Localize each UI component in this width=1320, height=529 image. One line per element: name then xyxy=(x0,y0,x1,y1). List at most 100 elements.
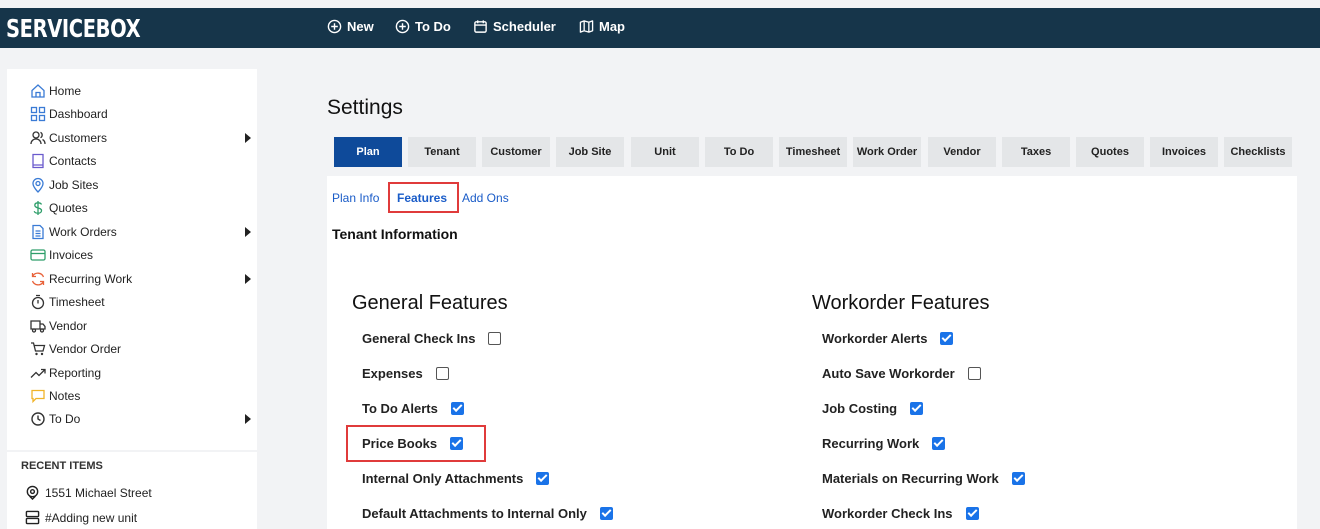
map-icon xyxy=(579,20,594,33)
sidebar-item-vendor[interactable]: Vendor xyxy=(29,316,257,336)
feature-recurring-work: Recurring Work xyxy=(822,436,946,451)
location-pin-icon xyxy=(26,485,39,500)
internal-only-attachments-checkbox[interactable] xyxy=(536,472,550,485)
feature-default-attachments-internal: Default Attachments to Internal Only xyxy=(362,506,613,521)
auto-save-workorder-checkbox[interactable] xyxy=(967,367,981,380)
sidebar-item-dashboard[interactable]: Dashboard xyxy=(29,104,257,124)
sidebar-item-contacts[interactable]: Contacts xyxy=(29,151,257,171)
subtab-add-ons[interactable]: Add Ons xyxy=(462,191,509,205)
sidebar-item-job-sites[interactable]: Job Sites xyxy=(29,175,257,195)
tab-checklists[interactable]: Checklists xyxy=(1224,137,1292,167)
tenant-information-heading: Tenant Information xyxy=(332,226,458,242)
sidebar-item-home[interactable]: Home xyxy=(29,81,257,101)
sidebar-item-label: Job Sites xyxy=(49,178,99,192)
tab-taxes[interactable]: Taxes xyxy=(1002,137,1070,167)
subtab-features[interactable]: Features xyxy=(397,191,447,205)
sidebar-item-label: Vendor xyxy=(49,319,88,333)
feature-label: Workorder Check Ins xyxy=(822,506,953,521)
materials-recurring-work-checkbox[interactable] xyxy=(1011,472,1025,485)
nav-scheduler-label: Scheduler xyxy=(493,19,556,34)
sidebar-item-invoices[interactable]: Invoices xyxy=(29,245,257,265)
feature-label: Internal Only Attachments xyxy=(362,471,524,486)
tab-job-site[interactable]: Job Site xyxy=(556,137,624,167)
tab-to-do[interactable]: To Do xyxy=(705,137,773,167)
note-icon xyxy=(29,388,46,405)
tab-unit[interactable]: Unit xyxy=(631,137,699,167)
price-books-checkbox[interactable] xyxy=(450,437,464,450)
dashboard-icon xyxy=(29,106,46,123)
workorder-check-ins-checkbox[interactable] xyxy=(965,507,979,520)
sidebar-item-label: Notes xyxy=(49,389,81,403)
default-attachments-internal-checkbox[interactable] xyxy=(599,507,613,520)
workorder-alerts-checkbox[interactable] xyxy=(940,332,954,345)
cart-icon xyxy=(29,341,46,358)
chevron-right-icon[interactable] xyxy=(245,414,251,424)
feature-to-do-alerts: To Do Alerts xyxy=(362,401,464,416)
feature-job-costing: Job Costing xyxy=(822,401,924,416)
tab-invoices[interactable]: Invoices xyxy=(1150,137,1218,167)
workorder-features-heading: Workorder Features xyxy=(812,292,990,314)
general-features-heading: General Features xyxy=(352,292,508,314)
recurring-work-checkbox[interactable] xyxy=(932,437,946,450)
sidebar-item-label: Timesheet xyxy=(49,295,105,309)
feature-label: Default Attachments to Internal Only xyxy=(362,506,587,521)
tab-work-order[interactable]: Work Order xyxy=(853,137,921,167)
tab-timesheet[interactable]: Timesheet xyxy=(779,137,847,167)
recent-item[interactable]: #Adding new unit xyxy=(25,510,137,525)
sidebar-item-label: Home xyxy=(49,84,82,98)
job-costing-checkbox[interactable] xyxy=(910,402,924,415)
sidebar-item-recurring-work[interactable]: Recurring Work xyxy=(29,269,257,289)
home-icon xyxy=(29,83,46,100)
tab-tenant[interactable]: Tenant xyxy=(408,137,476,167)
nav-new-label: New xyxy=(347,19,374,34)
feature-label: Workorder Alerts xyxy=(822,331,928,346)
tab-customer[interactable]: Customer xyxy=(482,137,550,167)
sidebar-item-to-do[interactable]: To Do xyxy=(29,409,257,429)
app-logo[interactable]: SERVICEBOX xyxy=(6,14,141,43)
sidebar-item-timesheet[interactable]: Timesheet xyxy=(29,292,257,312)
sidebar-item-reporting[interactable]: Reporting xyxy=(29,363,257,383)
expenses-checkbox[interactable] xyxy=(435,367,449,380)
feature-label: General Check Ins xyxy=(362,331,476,346)
feature-materials-recurring-work: Materials on Recurring Work xyxy=(822,471,1025,486)
clock-icon xyxy=(29,411,46,428)
plus-circle-icon xyxy=(395,19,410,34)
sidebar-item-quotes[interactable]: Quotes xyxy=(29,198,257,218)
sidebar-item-label: Vendor Order xyxy=(49,342,122,356)
sidebar-item-vendor-order[interactable]: Vendor Order xyxy=(29,339,257,359)
refresh-icon xyxy=(29,271,46,288)
top-navigation-bar: SERVICEBOX New To Do Scheduler Map xyxy=(0,8,1320,48)
recent-items-panel: RECENT ITEMS 1551 Michael Street #Adding… xyxy=(7,450,257,529)
document-icon xyxy=(29,224,46,241)
recent-item[interactable]: 1551 Michael Street xyxy=(25,485,152,500)
feature-label: Auto Save Workorder xyxy=(822,366,955,381)
sidebar-item-label: Recurring Work xyxy=(49,272,133,286)
tab-vendor[interactable]: Vendor xyxy=(928,137,996,167)
chevron-right-icon[interactable] xyxy=(245,274,251,284)
tab-quotes[interactable]: Quotes xyxy=(1076,137,1144,167)
recent-item-label: #Adding new unit xyxy=(45,510,138,525)
sidebar-item-label: Reporting xyxy=(49,366,102,380)
sidebar-item-label: Quotes xyxy=(49,201,88,215)
feature-workorder-check-ins: Workorder Check Ins xyxy=(822,506,979,521)
sidebar-item-work-orders[interactable]: Work Orders xyxy=(29,222,257,242)
feature-label: Price Books xyxy=(362,436,438,451)
location-pin-icon xyxy=(29,177,46,194)
sidebar-item-customers[interactable]: Customers xyxy=(29,128,257,148)
chevron-right-icon[interactable] xyxy=(245,227,251,237)
general-check-ins-checkbox[interactable] xyxy=(488,332,502,345)
chevron-right-icon[interactable] xyxy=(245,133,251,143)
nav-map-button[interactable]: Map xyxy=(579,19,625,34)
nav-scheduler-button[interactable]: Scheduler xyxy=(473,19,556,34)
nav-todo-button[interactable]: To Do xyxy=(395,19,451,34)
to-do-alerts-checkbox[interactable] xyxy=(450,402,464,415)
subtab-plan-info[interactable]: Plan Info xyxy=(332,191,379,205)
recent-items-title: RECENT ITEMS xyxy=(21,460,103,472)
sidebar-item-notes[interactable]: Notes xyxy=(29,386,257,406)
server-icon xyxy=(25,510,40,525)
feature-general-check-ins: General Check Ins xyxy=(362,331,502,346)
feature-auto-save-workorder: Auto Save Workorder xyxy=(822,366,981,381)
sidebar-item-label: Dashboard xyxy=(49,107,108,121)
nav-new-button[interactable]: New xyxy=(327,19,374,34)
tab-plan[interactable]: Plan xyxy=(334,137,402,167)
